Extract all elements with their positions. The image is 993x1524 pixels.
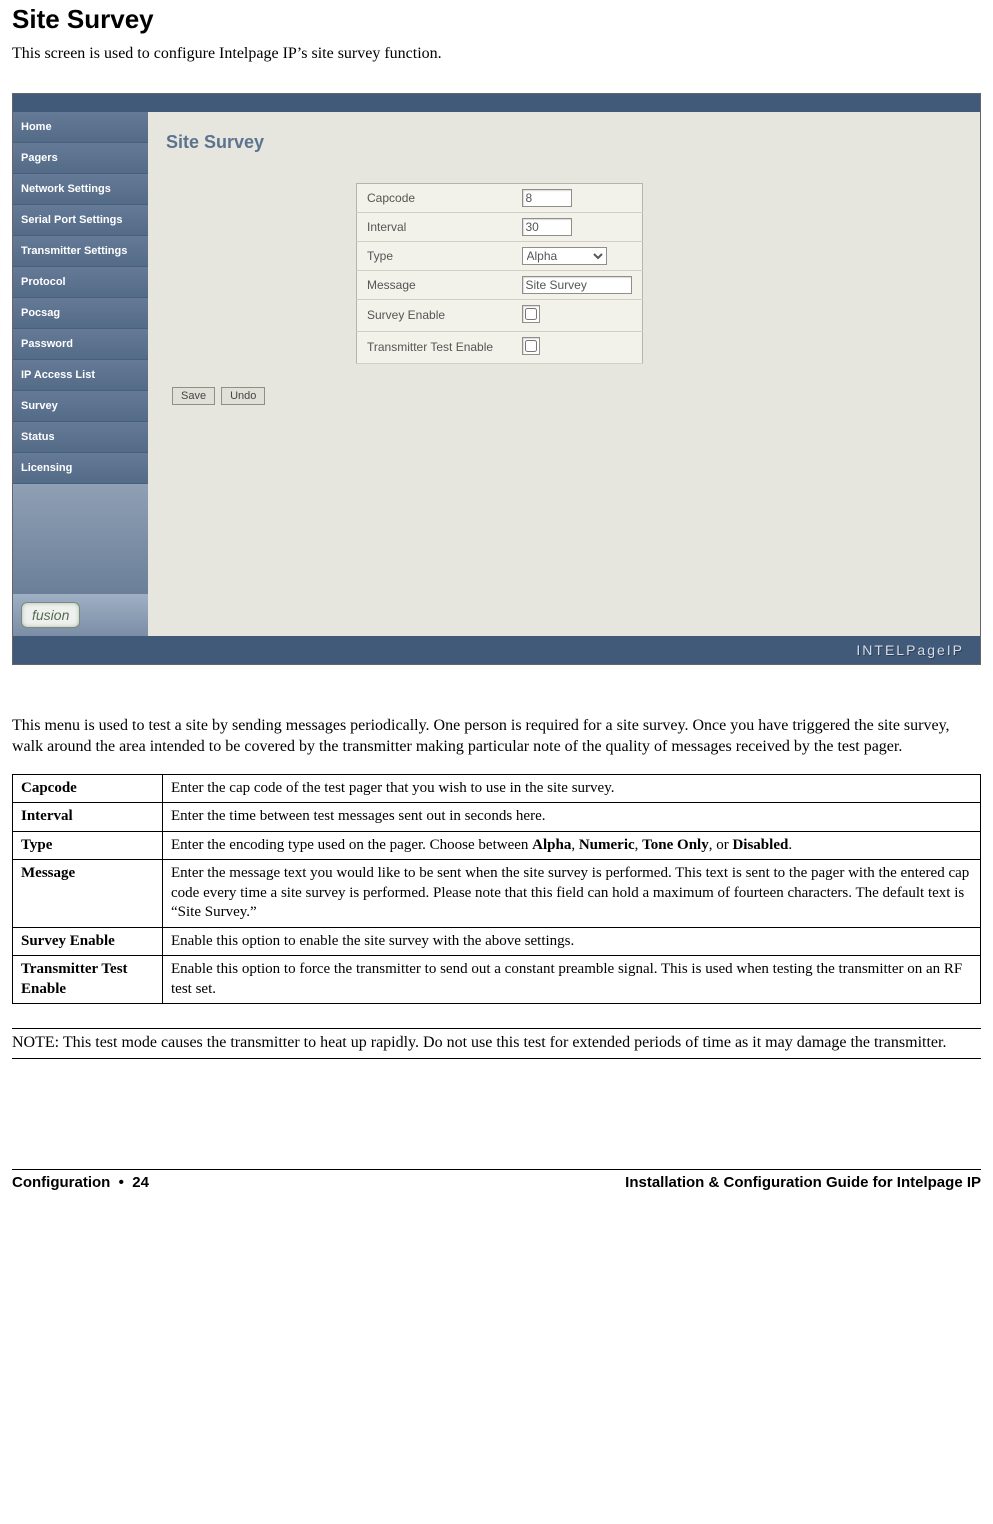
sidebar-item-pocsag[interactable]: Pocsag xyxy=(13,298,148,329)
sidebar-spacer xyxy=(13,484,148,594)
sidebar-item-licensing[interactable]: Licensing xyxy=(13,453,148,484)
input-capcode[interactable] xyxy=(522,189,572,207)
doc-table-row: CapcodeEnter the cap code of the test pa… xyxy=(13,774,981,803)
input-message[interactable] xyxy=(522,276,632,294)
doc-table-desc: Enter the cap code of the test pager tha… xyxy=(163,774,981,803)
doc-table-desc: Enter the message text you would like to… xyxy=(163,860,981,928)
sidebar-brand: fusion xyxy=(13,594,148,636)
below-screenshot: This menu is used to test a site by send… xyxy=(12,715,981,1059)
page-heading: Site Survey xyxy=(12,4,981,35)
doc-table-row: Transmitter Test EnableEnable this optio… xyxy=(13,956,981,1004)
doc-table: CapcodeEnter the cap code of the test pa… xyxy=(12,774,981,1005)
doc-table-body: CapcodeEnter the cap code of the test pa… xyxy=(13,774,981,1004)
sidebar-item-survey[interactable]: Survey xyxy=(13,391,148,422)
label-capcode: Capcode xyxy=(357,183,512,212)
doc-table-term: Message xyxy=(13,860,163,928)
footer-bullet-icon: • xyxy=(115,1174,129,1191)
checkbox-frame-survey xyxy=(522,305,540,323)
doc-table-desc: Enable this option to force the transmit… xyxy=(163,956,981,1004)
doc-table-desc: Enter the encoding type used on the page… xyxy=(163,831,981,860)
sidebar-item-home[interactable]: Home xyxy=(13,112,148,143)
doc-table-term: Survey Enable xyxy=(13,927,163,956)
sidebar-item-pagers[interactable]: Pagers xyxy=(13,143,148,174)
footer-section: Configuration xyxy=(12,1174,110,1191)
checkbox-survey-enable[interactable] xyxy=(525,308,537,320)
doc-table-row: TypeEnter the encoding type used on the … xyxy=(13,831,981,860)
doc-table-row: IntervalEnter the time between test mess… xyxy=(13,803,981,832)
sidebar-item-password[interactable]: Password xyxy=(13,329,148,360)
sidebar: Home Pagers Network Settings Serial Port… xyxy=(13,112,148,636)
form-table: Capcode Interval Type Alpha Mess xyxy=(356,183,643,364)
sidebar-item-transmitter-settings[interactable]: Transmitter Settings xyxy=(13,236,148,267)
sidebar-item-serial-port-settings[interactable]: Serial Port Settings xyxy=(13,205,148,236)
screenshot-topbar xyxy=(13,94,980,112)
form-row-interval: Interval xyxy=(357,212,643,241)
select-type[interactable]: Alpha xyxy=(522,247,607,265)
form-row-type: Type Alpha xyxy=(357,241,643,270)
form-row-survey-enable: Survey Enable xyxy=(357,299,643,331)
checkbox-tx-test-enable[interactable] xyxy=(525,340,537,352)
form-row-message: Message xyxy=(357,270,643,299)
label-type: Type xyxy=(357,241,512,270)
sidebar-nav: Home Pagers Network Settings Serial Port… xyxy=(13,112,148,484)
footer-left: Configuration • 24 xyxy=(12,1174,149,1191)
label-interval: Interval xyxy=(357,212,512,241)
save-button[interactable]: Save xyxy=(172,387,215,405)
button-row: Save Undo xyxy=(172,386,962,405)
sidebar-item-status[interactable]: Status xyxy=(13,422,148,453)
sidebar-item-ip-access-list[interactable]: IP Access List xyxy=(13,360,148,391)
screenshot-body: Home Pagers Network Settings Serial Port… xyxy=(13,112,980,636)
input-interval[interactable] xyxy=(522,218,572,236)
page-footer: Configuration • 24 Installation & Config… xyxy=(12,1169,981,1191)
brand-badge: fusion xyxy=(21,602,80,628)
label-tx-test-enable: Transmitter Test Enable xyxy=(357,331,512,363)
footer-page: 24 xyxy=(132,1174,149,1191)
body-text: This menu is used to test a site by send… xyxy=(12,715,981,758)
doc-table-term: Capcode xyxy=(13,774,163,803)
sidebar-item-protocol[interactable]: Protocol xyxy=(13,267,148,298)
doc-table-row: Survey EnableEnable this option to enabl… xyxy=(13,927,981,956)
form-row-tx-test-enable: Transmitter Test Enable xyxy=(357,331,643,363)
doc-table-term: Type xyxy=(13,831,163,860)
form-row-capcode: Capcode xyxy=(357,183,643,212)
doc-table-term: Transmitter Test Enable xyxy=(13,956,163,1004)
screenshot-footbar: INTELPageIP xyxy=(13,636,980,664)
intro-text: This screen is used to configure Intelpa… xyxy=(12,43,981,65)
content-pane: Site Survey Capcode Interval Type Alpha xyxy=(148,112,980,636)
note-block: NOTE: This test mode causes the transmit… xyxy=(12,1028,981,1059)
sidebar-item-network-settings[interactable]: Network Settings xyxy=(13,174,148,205)
footer-right: Installation & Configuration Guide for I… xyxy=(625,1174,981,1191)
doc-table-desc: Enter the time between test messages sen… xyxy=(163,803,981,832)
undo-button[interactable]: Undo xyxy=(221,387,265,405)
checkbox-frame-tx-test xyxy=(522,337,540,355)
label-message: Message xyxy=(357,270,512,299)
doc-table-row: MessageEnter the message text you would … xyxy=(13,860,981,928)
doc-table-desc: Enable this option to enable the site su… xyxy=(163,927,981,956)
screenshot-container: Home Pagers Network Settings Serial Port… xyxy=(12,93,981,665)
label-survey-enable: Survey Enable xyxy=(357,299,512,331)
section-title: Site Survey xyxy=(166,132,962,153)
doc-table-term: Interval xyxy=(13,803,163,832)
